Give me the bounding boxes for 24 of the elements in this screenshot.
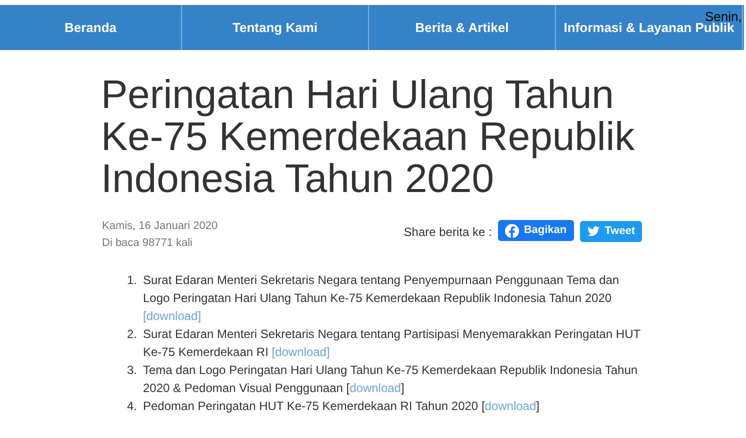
download-link[interactable]: [download] xyxy=(272,345,330,359)
nav-link[interactable]: Tentang Kami xyxy=(182,5,369,50)
document-item: Surat Edaran Menteri Sekretaris Negara tentang Partisipasi Menyemarakkan Peringatan HUT Ke-75 Kemerdekaan RI [download] xyxy=(143,326,642,361)
download-link[interactable]: [download] xyxy=(143,309,202,323)
publish-date: Kamis, 16 Januari 2020 xyxy=(102,219,218,234)
list-number: 3. xyxy=(127,362,138,379)
download-link[interactable]: download xyxy=(484,399,536,413)
nav-link[interactable]: Beranda xyxy=(0,5,182,50)
facebook-share-button[interactable]: Bagikan xyxy=(498,220,574,241)
facebook-icon xyxy=(504,224,519,238)
document-item: Surat Edaran Menteri Sekretaris Negara tentang Penyempurnaan Penggunaan Tema dan Logo Peringatan Hari Ulang Tahun Ke-75 Kemerdekaan Republik Indonesia Tahun 2020 [download] xyxy=(143,272,620,325)
article-title: Peringatan Hari Ulang Tahun Ke-75 Kemerdekaan Republik Indonesia Tahun 2020 xyxy=(101,74,636,200)
document-item: Pedoman Peringatan HUT Ke-75 Kemerdekaan RI Tahun 2020 [download] xyxy=(143,398,540,415)
bird-icon xyxy=(586,225,600,238)
list-number: 1. xyxy=(127,272,138,289)
date-text: Senin, xyxy=(705,8,742,24)
list-number: 2. xyxy=(127,326,138,343)
document-item: Tema dan Logo Peringatan Hari Ulang Tahun Ke-75 Kemerdekaan Republik Indonesia Tahun 2020 & Pedoman Visual Penggunaan [download] xyxy=(143,362,639,397)
download-link[interactable]: download xyxy=(350,381,401,395)
list-number: 4. xyxy=(127,398,138,415)
view-count: Di baca 98771 kali xyxy=(102,236,194,251)
nav-link[interactable]: Berita & Artikel xyxy=(369,5,556,50)
share-label: Share berita ke : xyxy=(404,224,492,241)
tweet-button[interactable]: Tweet xyxy=(580,221,642,242)
